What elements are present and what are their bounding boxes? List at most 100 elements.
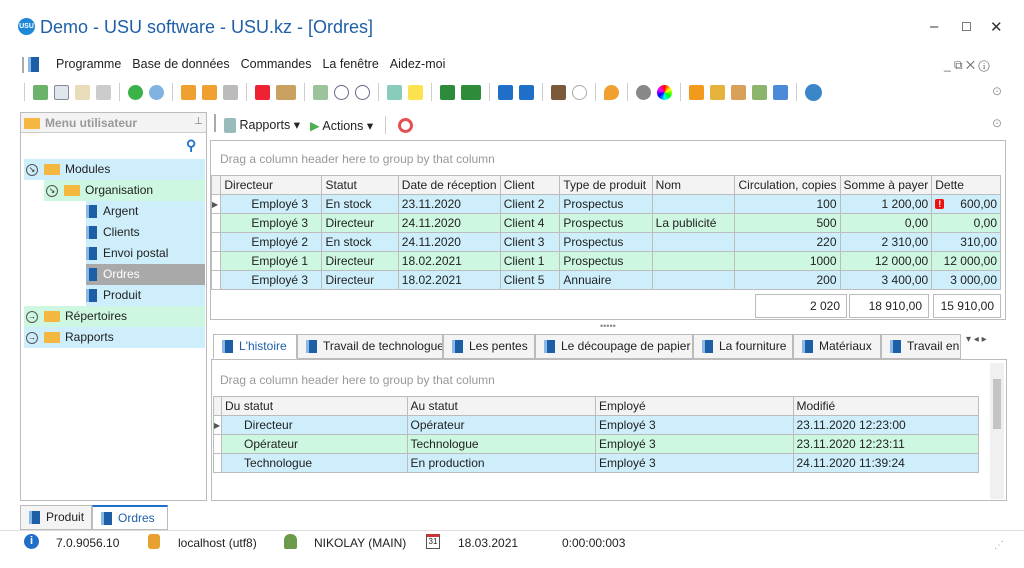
expand-toggle-icon[interactable]: ↘ xyxy=(46,184,58,197)
tab-4[interactable]: La fourniture xyxy=(693,334,793,359)
bottom-tab-ordres[interactable]: Ordres xyxy=(92,505,168,530)
column-header[interactable]: Employé xyxy=(594,396,794,416)
column-header[interactable]: Nom xyxy=(651,175,736,195)
map-pin-icon[interactable] xyxy=(604,84,619,100)
expand-toggle-icon[interactable]: ↘ xyxy=(26,163,38,176)
excel-export-icon[interactable] xyxy=(440,84,455,100)
copy-icon[interactable] xyxy=(54,84,69,100)
maximize-button[interactable]: ☐ xyxy=(961,20,972,34)
table-cell: En stock xyxy=(321,194,399,214)
tree-item-clients[interactable]: Clients xyxy=(86,222,205,243)
user-key-icon[interactable] xyxy=(731,84,746,100)
table-row[interactable]: Employé 3 Directeur 18.02.2021 Client 5 Annu… xyxy=(210,270,1001,290)
search-icon[interactable] xyxy=(149,84,164,100)
add-row-icon[interactable] xyxy=(387,84,402,100)
column-header[interactable]: Directeur xyxy=(220,175,323,195)
info-icon[interactable] xyxy=(805,83,822,101)
bottom-tab-produit[interactable]: Produit xyxy=(20,505,92,530)
tab-1[interactable]: Travail de technologue xyxy=(297,334,443,359)
rss-icon[interactable] xyxy=(689,84,704,100)
column-header[interactable]: Type de produit xyxy=(559,175,653,195)
tab-2[interactable]: Les pentes xyxy=(443,334,535,359)
column-header[interactable]: Date de réception xyxy=(397,175,501,195)
resize-grip[interactable]: ⋰ xyxy=(994,540,1004,551)
table-row[interactable]: Employé 1 Directeur 18.02.2021 Client 1 Pros… xyxy=(210,251,1001,271)
lock-icon[interactable] xyxy=(710,84,725,100)
note-icon[interactable] xyxy=(408,84,423,100)
column-header[interactable]: Dette xyxy=(931,175,1001,195)
columns-icon[interactable] xyxy=(313,84,328,100)
menu-commandes[interactable]: Commandes xyxy=(241,57,312,72)
orders-grid: Directeur Statut Date de réception Client Ty… xyxy=(210,175,1001,290)
menu-programme[interactable]: Programme xyxy=(56,57,121,72)
search-icon[interactable]: ⚲ xyxy=(186,137,196,154)
excel-import-icon[interactable] xyxy=(461,84,481,100)
menu-base-de-donnees[interactable]: Base de données xyxy=(132,57,229,72)
tab-6[interactable]: Travail en xyxy=(881,334,961,359)
window-close-icon[interactable] xyxy=(498,84,513,100)
table-cell: Client 5 xyxy=(499,270,561,290)
expand-toggle-icon[interactable]: → xyxy=(26,331,38,344)
tree-item-rapports[interactable]: → Rapports xyxy=(24,327,205,348)
add-icon[interactable] xyxy=(33,84,48,100)
expand-toggle-icon[interactable]: → xyxy=(26,310,38,323)
menu-la-fenetre[interactable]: La fenêtre xyxy=(322,57,378,72)
table-row[interactable]: Employé 2 En stock 24.11.2020 Client 3 Prosp… xyxy=(210,232,1001,252)
column-header[interactable]: Client xyxy=(499,175,561,195)
panel-options-icon[interactable]: ⊙ xyxy=(992,116,1002,130)
tree-item-modules[interactable]: ↘ Modules xyxy=(24,159,205,180)
tree-item-argent[interactable]: Argent xyxy=(86,201,205,222)
tree-item-produit[interactable]: Produit xyxy=(86,285,205,306)
table-row[interactable]: Technologue En production Employé 3 24.11.2… xyxy=(212,453,979,473)
forward-icon[interactable] xyxy=(572,84,587,100)
minimize-button[interactable]: – xyxy=(930,18,938,35)
color-icon[interactable] xyxy=(657,84,672,100)
table-row[interactable]: Employé 3 Directeur 24.11.2020 Client 4 Pros… xyxy=(210,213,1001,233)
column-header[interactable]: Circulation, copies xyxy=(734,175,841,195)
reports-button[interactable]: Rapports ▾ xyxy=(224,117,300,134)
tab-scroll-buttons[interactable]: ▾ ◂ ▸ xyxy=(966,334,987,345)
table-row[interactable]: ▶ Directeur Opérateur Employé 3 23.11.2020 1… xyxy=(212,415,979,435)
plugin-icon[interactable] xyxy=(773,84,788,100)
window-close-all-icon[interactable] xyxy=(519,84,534,100)
mdi-controls[interactable]: _ ⧉ ✕ ⓘ xyxy=(944,58,990,73)
current-user: NIKOLAY (MAIN) xyxy=(314,536,407,550)
splitter[interactable]: ••••• xyxy=(600,321,616,331)
table-row[interactable]: Opérateur Technologue Employé 3 23.11.2020 … xyxy=(212,434,979,454)
exit-icon[interactable] xyxy=(551,84,566,100)
delete-icon[interactable] xyxy=(96,84,111,100)
collapse-icon[interactable] xyxy=(355,84,370,100)
column-header[interactable]: Statut xyxy=(321,175,399,195)
table-row[interactable]: ▶ Employé 3 En stock 23.11.2020 Client 2 Pros… xyxy=(210,194,1001,214)
actions-button[interactable]: ▶ Actions ▾ xyxy=(310,118,373,133)
column-header[interactable]: Modifié xyxy=(792,396,979,416)
menu-aidez-moi[interactable]: Aidez-moi xyxy=(390,57,446,72)
filter-clear-icon[interactable] xyxy=(202,84,217,100)
toolbar-options-icon[interactable]: ⊙ xyxy=(992,84,1002,98)
flag-icon[interactable] xyxy=(255,84,270,100)
column-header[interactable]: Somme à payer xyxy=(839,175,933,195)
column-header[interactable]: Du statut xyxy=(221,396,408,416)
refresh-icon[interactable] xyxy=(128,84,143,100)
tree-item-organisation[interactable]: ↘ Organisation xyxy=(44,180,205,201)
scrollbar[interactable] xyxy=(990,363,1004,499)
expand-icon[interactable] xyxy=(334,84,349,100)
column-header[interactable]: Au statut xyxy=(406,396,596,416)
tab-0[interactable]: L'histoire xyxy=(213,334,297,359)
close-button[interactable]: ✕ xyxy=(990,18,1003,36)
pin-icon[interactable]: ⊥ xyxy=(194,116,203,127)
gear-icon[interactable] xyxy=(636,84,651,100)
tab-5[interactable]: Matériaux xyxy=(793,334,881,359)
tree-item-ordres[interactable]: Ordres xyxy=(86,264,205,285)
filter-settings-icon[interactable] xyxy=(223,84,238,100)
filter-icon[interactable] xyxy=(181,84,196,100)
total-cell: 2 020 xyxy=(755,294,847,318)
table-cell: 3 000,00 xyxy=(931,270,1001,290)
tree-item-envoi-postal[interactable]: Envoi postal xyxy=(86,243,205,264)
tree-item-répertoires[interactable]: → Répertoires xyxy=(24,306,205,327)
tab-3[interactable]: Le découpage de papier xyxy=(535,334,693,359)
image-icon[interactable] xyxy=(276,84,296,100)
users-icon[interactable] xyxy=(752,84,767,100)
stop-icon[interactable] xyxy=(398,117,414,133)
edit-icon[interactable] xyxy=(75,84,90,100)
